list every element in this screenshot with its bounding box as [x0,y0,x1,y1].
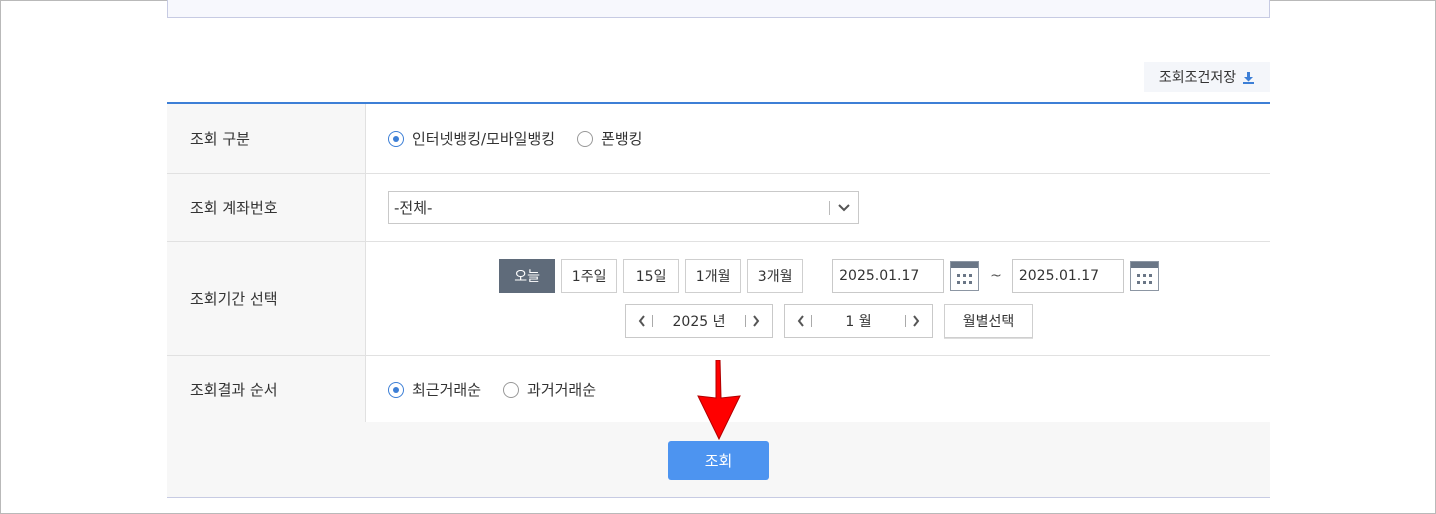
year-value: 2025 년 [672,314,726,330]
period-1week-button[interactable]: 1주일 [561,259,618,293]
year-stepper: 2025 년 [625,304,773,338]
period-1month-button[interactable]: 1개월 [685,259,742,293]
calendar-icon[interactable] [950,261,980,291]
radio-oldest-first[interactable]: 과거거래순 [503,379,596,400]
row-period: 조회기간 선택 오늘 1주일 15일 1개월 3개월 2025.01.17 ~ … [167,242,1270,356]
row-account: 조회 계좌번호 -전체- [167,174,1270,242]
radio-label: 폰뱅킹 [601,130,643,148]
chevron-left-icon[interactable] [632,311,652,331]
radio-internet-banking[interactable]: 인터넷뱅킹/모바일뱅킹 [388,128,555,149]
radio-checked-icon [388,381,404,398]
chevron-left-icon[interactable] [791,311,811,331]
date-range-separator: ~ [990,268,1002,284]
row-label: 조회결과 순서 [167,356,366,423]
radio-label: 최근거래순 [412,381,482,399]
row-label: 조회기간 선택 [167,242,366,355]
radio-unchecked-icon [577,130,594,147]
radio-recent-first[interactable]: 최근거래순 [388,379,481,400]
period-3months-button[interactable]: 3개월 [747,259,804,293]
top-panel [167,0,1270,18]
end-date-input[interactable]: 2025.01.17 [1011,259,1124,293]
row-label: 조회 구분 [167,104,366,173]
row-search-type: 조회 구분 인터넷뱅킹/모바일뱅킹 폰뱅킹 [167,104,1270,174]
month-select-button[interactable]: 월별선택 [944,304,1033,338]
chevron-right-icon[interactable] [746,311,766,331]
account-select-value: -전체- [394,199,433,217]
radio-unchecked-icon [503,381,520,398]
calendar-icon[interactable] [1129,261,1159,291]
search-button[interactable]: 조회 [668,441,769,480]
save-conditions-button[interactable]: 조회조건저장 [1144,62,1270,92]
account-select[interactable]: -전체- [388,191,859,224]
start-date-input[interactable]: 2025.01.17 [832,259,945,293]
month-stepper: 1 월 [784,304,933,338]
chevron-right-icon[interactable] [906,311,926,331]
radio-checked-icon [388,130,404,147]
download-icon [1243,71,1255,84]
period-15days-button[interactable]: 15일 [623,259,680,293]
period-today-button[interactable]: 오늘 [499,259,556,293]
radio-phone-banking[interactable]: 폰뱅킹 [577,128,642,149]
chevron-down-icon [838,203,850,211]
save-conditions-label: 조회조건저장 [1158,70,1237,86]
radio-label: 과거거래순 [527,381,597,399]
row-label: 조회 계좌번호 [167,174,366,241]
month-value: 1 월 [845,314,872,330]
radio-label: 인터넷뱅킹/모바일뱅킹 [412,130,556,148]
annotation-arrow-icon [697,360,741,440]
